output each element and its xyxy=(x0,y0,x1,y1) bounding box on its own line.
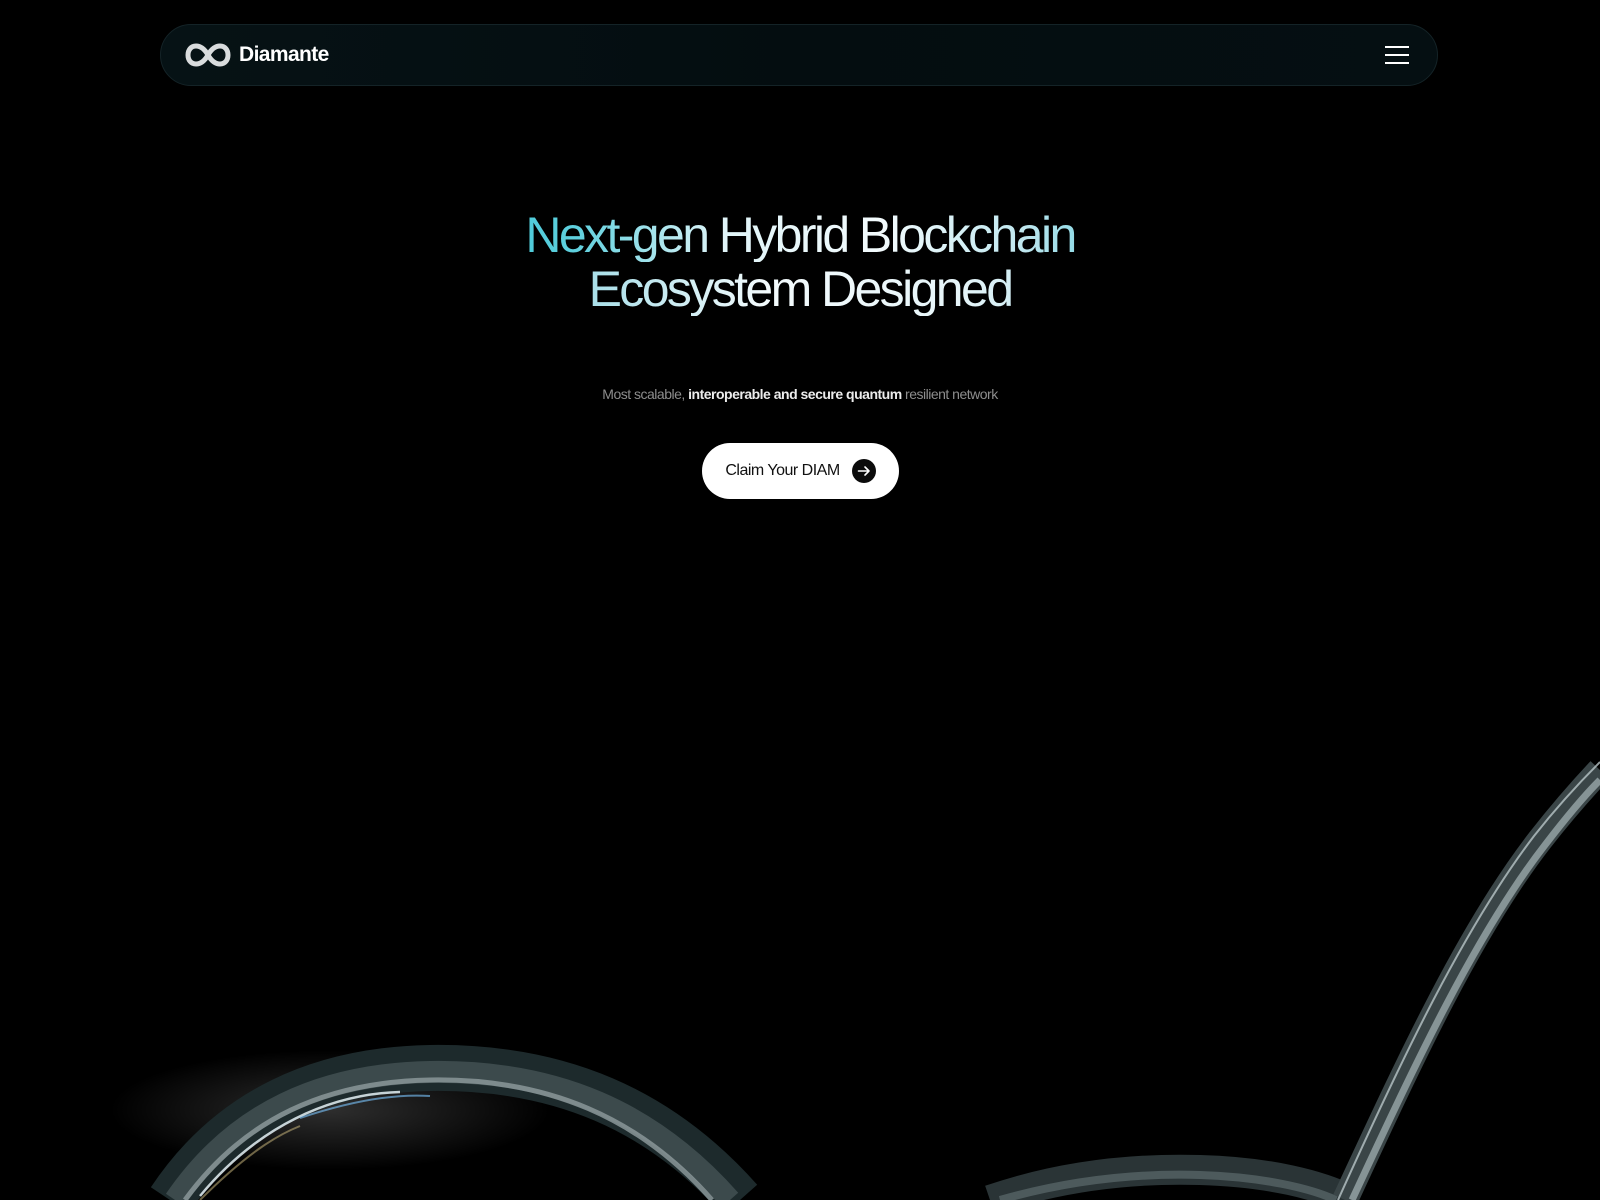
hero-title-line-2: Ecosystem Designed xyxy=(400,262,1200,316)
hamburger-menu-icon xyxy=(1385,46,1409,64)
hero-subtitle: Most scalable, interoperable and secure … xyxy=(400,384,1200,404)
claim-diam-button-label: Claim Your DIAM xyxy=(725,462,840,479)
brand-home-link[interactable]: Diamante xyxy=(185,25,329,85)
decorative-ribbon-graphic xyxy=(110,761,1600,1200)
top-navbar: Diamante xyxy=(160,24,1438,86)
brand-name: Diamante xyxy=(239,43,329,66)
hero-subtitle-part-1: Most scalable, xyxy=(602,386,689,402)
claim-diam-button[interactable]: Claim Your DIAM xyxy=(702,443,899,499)
infinity-logo-icon xyxy=(185,43,231,67)
hero-subtitle-part-2: interoperable and secure quantum xyxy=(688,386,902,402)
hero-title-line-1: Next-gen Hybrid Blockchain xyxy=(400,208,1200,262)
hamburger-menu-button[interactable] xyxy=(1381,39,1413,71)
hero-title: Next-gen Hybrid Blockchain Ecosystem Des… xyxy=(400,208,1200,316)
arrow-right-icon xyxy=(851,459,876,483)
hero-subtitle-part-3: resilient network xyxy=(901,386,998,402)
